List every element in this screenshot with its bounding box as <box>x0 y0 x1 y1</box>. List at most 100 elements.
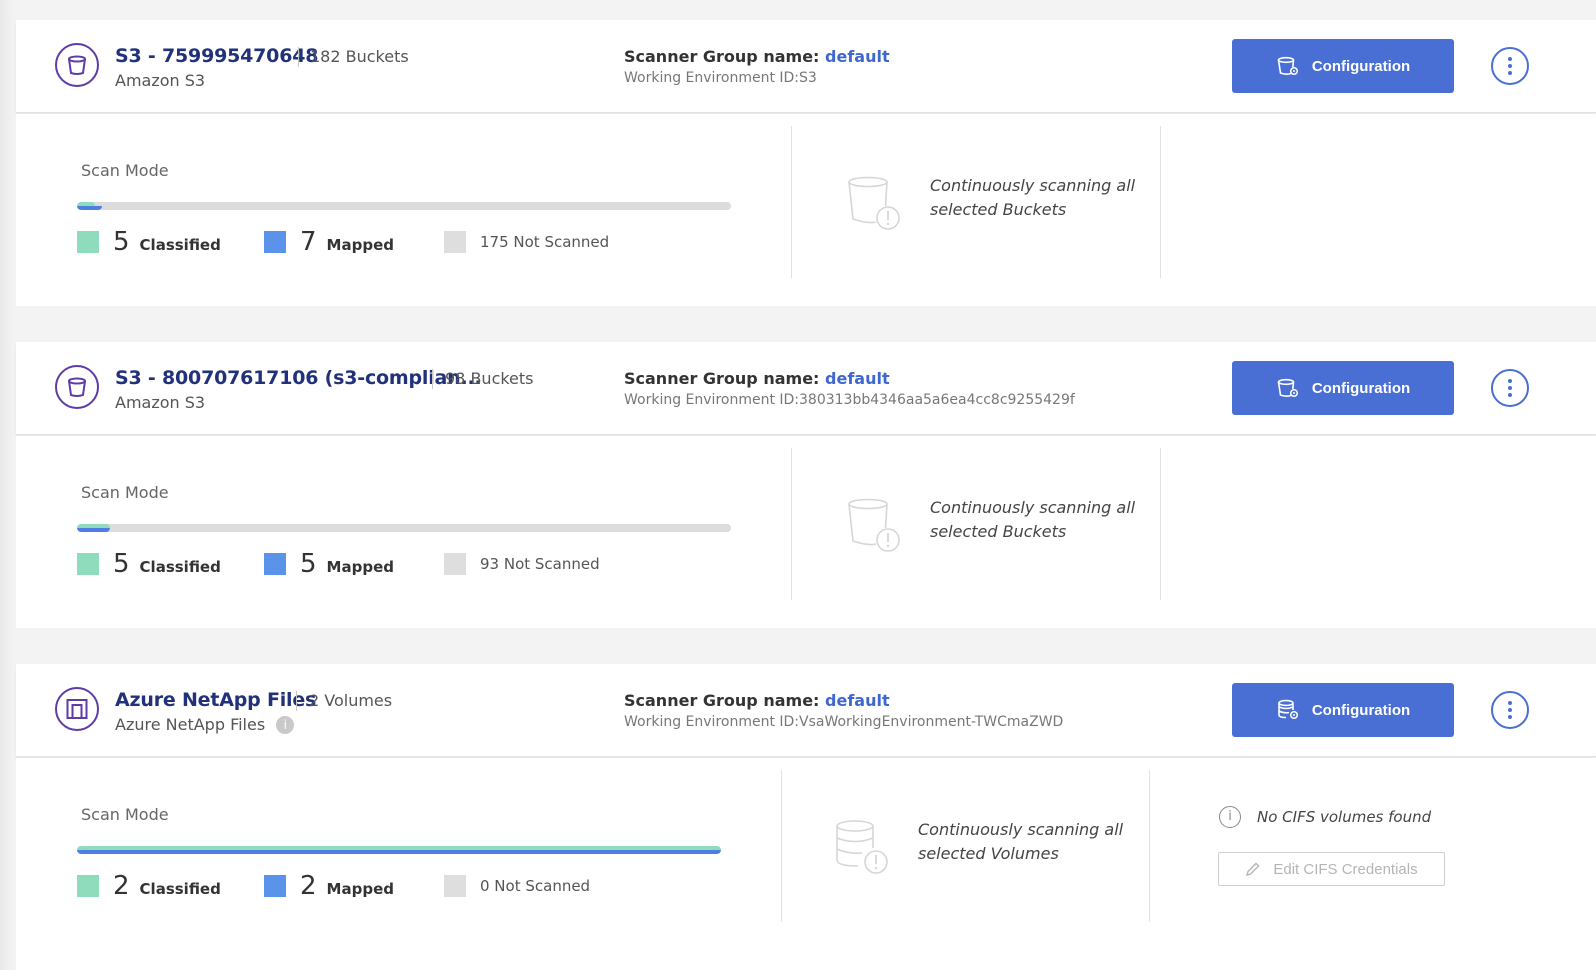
environment-title[interactable]: Azure NetApp Files <box>115 689 316 711</box>
more-options-icon[interactable] <box>1491 47 1529 85</box>
item-count: 2 Volumes <box>309 691 393 710</box>
card-body: Scan Mode 2 Classified 2 Mapped 0 Not Sc… <box>16 758 1596 970</box>
bucket-config-icon <box>1276 377 1300 399</box>
not-scanned-swatch <box>444 231 466 253</box>
configuration-button[interactable]: Configuration <box>1232 39 1454 93</box>
legend-classified: 2 Classified <box>77 871 221 901</box>
mapped-label: Mapped <box>326 236 394 254</box>
environment-type-label: Azure NetApp Files <box>115 715 266 734</box>
cifs-note-text: No CIFS volumes found <box>1257 808 1432 826</box>
classified-label: Classified <box>139 558 221 576</box>
azure-netapp-icon <box>55 687 99 731</box>
info-outline-icon: i <box>1219 806 1241 828</box>
card-header: S3 - 759995470648 Amazon S3 182 Buckets … <box>16 20 1596 113</box>
scanner-group-value: default <box>825 691 890 710</box>
scanner-group: Scanner Group name: default <box>624 47 890 66</box>
pencil-icon <box>1245 861 1261 877</box>
mapped-label: Mapped <box>326 558 394 576</box>
mapped-swatch <box>264 875 286 897</box>
classified-swatch <box>77 231 99 253</box>
mapped-count: 5 <box>300 549 317 579</box>
cifs-note: i No CIFS volumes found <box>1219 806 1431 828</box>
environment-title[interactable]: S3 - 759995470648 <box>115 45 318 67</box>
working-environment-id: Working Environment ID:VsaWorkingEnviron… <box>624 714 1064 730</box>
item-count: 98 Buckets <box>445 369 534 388</box>
configuration-label: Configuration <box>1311 701 1411 719</box>
scanner-group: Scanner Group name: default <box>624 369 890 388</box>
scanner-group: Scanner Group name: default <box>624 691 890 710</box>
legend-classified: 5 Classified <box>77 549 221 579</box>
divider <box>1160 448 1161 600</box>
legend-mapped: 5 Mapped <box>264 549 394 579</box>
legend-not-scanned: 0 Not Scanned <box>444 871 590 901</box>
mapped-bar <box>77 206 102 210</box>
bucket-warning-icon <box>846 174 904 237</box>
database-config-icon <box>1276 699 1300 721</box>
scan-mode-label: Scan Mode <box>81 161 169 180</box>
legend-not-scanned: 93 Not Scanned <box>444 549 600 579</box>
scan-progress-bar <box>77 846 721 854</box>
legend-mapped: 7 Mapped <box>264 227 394 257</box>
bucket-icon <box>55 43 99 87</box>
not-scanned-label: 0 Not Scanned <box>480 877 591 895</box>
card-header: Azure NetApp Files Azure NetApp Files i … <box>16 664 1596 757</box>
classified-swatch <box>77 875 99 897</box>
classified-count: 5 <box>113 227 130 257</box>
scan-mode-label: Scan Mode <box>81 483 169 502</box>
environment-type: Amazon S3 <box>115 393 206 412</box>
scanner-group-value: default <box>825 369 890 388</box>
classified-count: 2 <box>113 871 130 901</box>
edit-cifs-credentials-button[interactable]: Edit CIFS Credentials <box>1218 852 1445 886</box>
classified-swatch <box>77 553 99 575</box>
configuration-label: Configuration <box>1311 379 1411 397</box>
legend-not-scanned: 175 Not Scanned <box>444 227 609 257</box>
scan-status-text: Continuously scanning all selected Bucke… <box>930 498 1136 541</box>
scanner-group-label: Scanner Group name: <box>624 691 820 710</box>
divider <box>791 448 792 600</box>
environment-card: S3 - 759995470648 Amazon S3 182 Buckets … <box>16 20 1596 308</box>
edit-cifs-credentials-label: Edit CIFS Credentials <box>1273 860 1418 878</box>
scanner-group-value: default <box>825 47 890 66</box>
mapped-bar <box>77 528 111 532</box>
environment-type: Azure NetApp Files i <box>115 715 295 734</box>
environment-title[interactable]: S3 - 800707617106 (s3-complian... <box>115 367 482 389</box>
working-environment-id: Working Environment ID:S3 <box>624 70 817 86</box>
mapped-count: 7 <box>300 227 317 257</box>
scanner-group-label: Scanner Group name: <box>624 369 820 388</box>
not-scanned-label: 93 Not Scanned <box>480 555 600 573</box>
divider <box>432 369 433 389</box>
scan-status-text: Continuously scanning all selected Volum… <box>918 820 1124 863</box>
configuration-button[interactable]: Configuration <box>1232 683 1454 737</box>
bucket-warning-icon <box>846 496 904 559</box>
info-icon[interactable]: i <box>276 716 295 734</box>
divider <box>781 770 782 922</box>
database-warning-icon <box>834 818 892 881</box>
not-scanned-swatch <box>444 875 466 897</box>
not-scanned-swatch <box>444 553 466 575</box>
scan-progress-bar <box>77 202 731 210</box>
more-options-icon[interactable] <box>1491 691 1529 729</box>
more-options-icon[interactable] <box>1491 369 1529 407</box>
legend-mapped: 2 Mapped <box>264 871 394 901</box>
classified-label: Classified <box>139 236 221 254</box>
environment-card: S3 - 800707617106 (s3-complian... Amazon… <box>16 342 1596 630</box>
configuration-label: Configuration <box>1311 57 1411 75</box>
divider <box>1149 770 1150 922</box>
configuration-button[interactable]: Configuration <box>1232 361 1454 415</box>
classified-count: 5 <box>113 549 130 579</box>
item-count: 182 Buckets <box>310 47 409 66</box>
mapped-label: Mapped <box>326 880 394 898</box>
classified-label: Classified <box>139 880 221 898</box>
mapped-bar <box>77 850 721 854</box>
not-scanned-label: 175 Not Scanned <box>480 233 610 251</box>
card-header: S3 - 800707617106 (s3-complian... Amazon… <box>16 342 1596 435</box>
divider <box>1160 126 1161 278</box>
card-body: Scan Mode 5 Classified 7 Mapped 175 Not … <box>16 114 1596 306</box>
bucket-icon <box>55 365 99 409</box>
mapped-count: 2 <box>300 871 317 901</box>
bucket-config-icon <box>1276 55 1300 77</box>
divider <box>298 47 299 67</box>
legend-classified: 5 Classified <box>77 227 221 257</box>
scan-mode-label: Scan Mode <box>81 805 169 824</box>
scanner-group-label: Scanner Group name: <box>624 47 820 66</box>
